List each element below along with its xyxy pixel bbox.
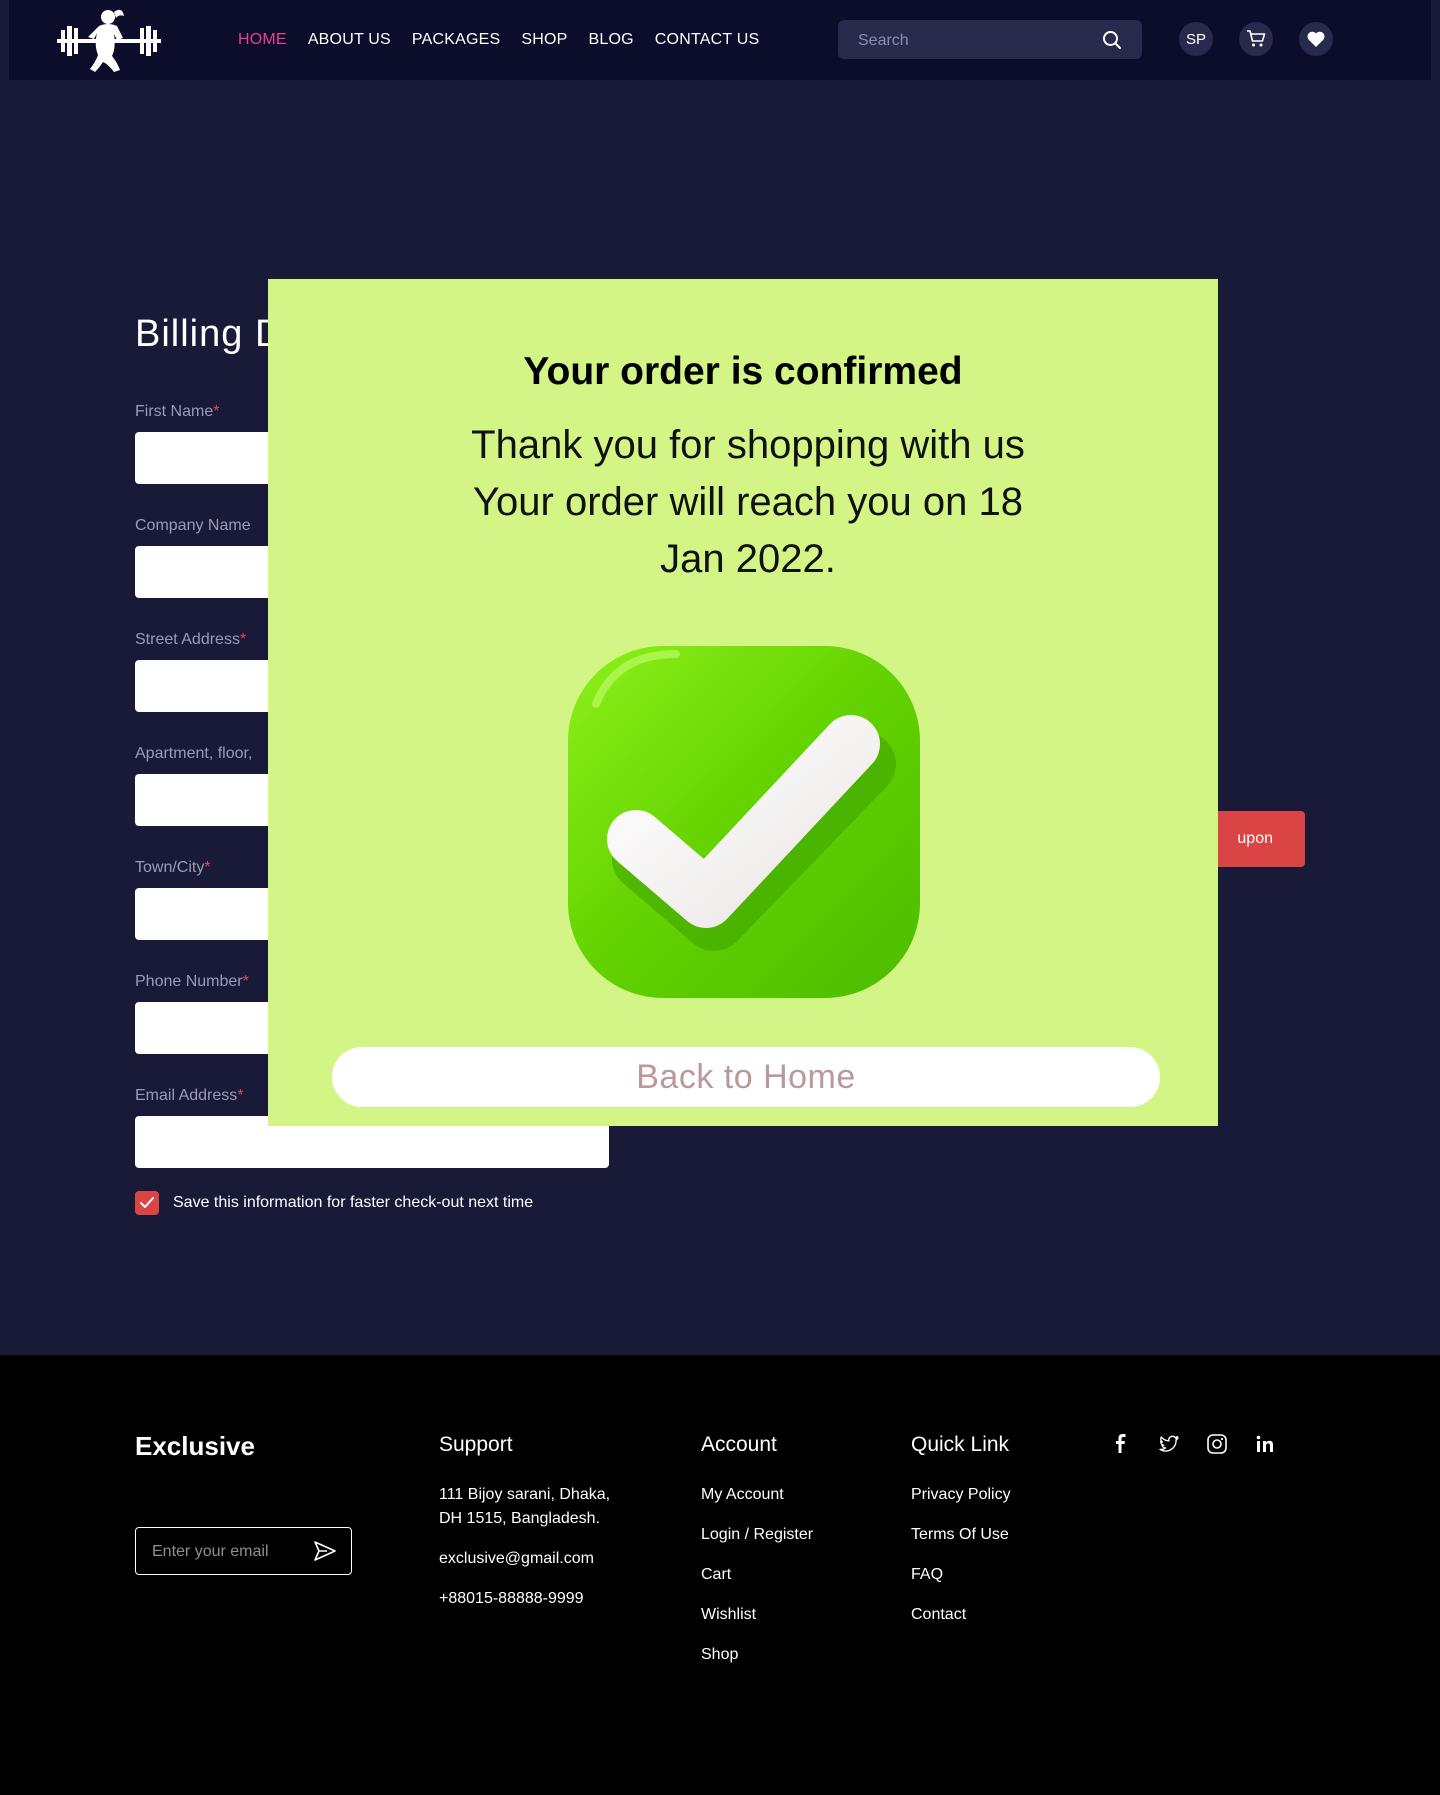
account-link-cart[interactable]: Cart [701, 1563, 813, 1587]
search-icon[interactable] [1102, 30, 1122, 50]
user-initials: SP [1185, 30, 1206, 48]
account-link-shop[interactable]: Shop [701, 1643, 813, 1667]
account-link-login-register[interactable]: Login / Register [701, 1523, 813, 1547]
newsletter-email-input[interactable] [150, 1528, 304, 1575]
footer-support-column: Support 111 Bijoy sarani, Dhaka, DH 1515… [439, 1433, 629, 1627]
email-address-label: Email Address* [135, 1087, 244, 1104]
back-to-home-button[interactable]: Back to Home [332, 1047, 1160, 1107]
user-avatar-button[interactable]: SP [1179, 22, 1213, 56]
footer-brand: Exclusive [135, 1431, 255, 1461]
delivery-date-text: Your order will reach you on 18 Jan 2022… [473, 480, 1023, 581]
account-link-wishlist[interactable]: Wishlist [701, 1603, 813, 1627]
heart-icon [1307, 31, 1325, 47]
quick-link-faq[interactable]: FAQ [911, 1563, 1011, 1587]
success-check-icon [568, 646, 920, 998]
thank-you-text: Thank you for shopping with us [471, 423, 1025, 467]
billing-title: Billing D [135, 313, 284, 355]
apartment-label: Apartment, floor, [135, 745, 253, 762]
linkedin-icon[interactable] [1254, 1433, 1276, 1455]
search-input[interactable] [856, 20, 1100, 61]
nav-packages[interactable]: PACKAGES [412, 31, 500, 49]
search-box [838, 20, 1142, 61]
first-name-label: First Name* [135, 403, 220, 420]
gym-logo[interactable] [51, 4, 167, 78]
send-icon[interactable] [313, 1540, 337, 1562]
coupon-button-label: upon [1237, 830, 1273, 847]
cart-button[interactable] [1239, 22, 1273, 56]
phone-number-label: Phone Number* [135, 973, 249, 990]
newsletter-box [135, 1527, 352, 1575]
order-confirmation-modal: Your order is confirmed Thank you for sh… [268, 279, 1218, 1126]
quick-link-contact[interactable]: Contact [911, 1603, 1011, 1627]
nav-about-us[interactable]: ABOUT US [308, 31, 391, 49]
nav-blog[interactable]: BLOG [589, 31, 634, 49]
support-email[interactable]: exclusive@gmail.com [439, 1547, 629, 1571]
save-info-label: Save this information for faster check-o… [173, 1194, 534, 1211]
modal-message: Thank you for shopping with us Your orde… [448, 417, 1048, 588]
nav-shop[interactable]: SHOP [521, 31, 567, 49]
modal-title: Your order is confirmed [523, 350, 963, 393]
instagram-icon[interactable] [1206, 1433, 1228, 1455]
support-heading: Support [439, 1433, 513, 1456]
street-address-label: Street Address* [135, 631, 247, 648]
site-header: HOME ABOUT US PACKAGES SHOP BLOG CONTACT… [9, 0, 1431, 80]
footer-account-column: Account My Account Login / Register Cart… [701, 1433, 813, 1683]
nav-home[interactable]: HOME [238, 31, 287, 49]
facebook-icon[interactable] [1110, 1433, 1132, 1455]
main-nav: HOME ABOUT US PACKAGES SHOP BLOG CONTACT… [238, 0, 759, 80]
nav-contact-us[interactable]: CONTACT US [655, 31, 760, 49]
account-link-my-account[interactable]: My Account [701, 1483, 813, 1507]
save-info-checkbox[interactable] [135, 1191, 159, 1215]
site-footer: Exclusive Support 111 Bijoy sarani, Dhak… [0, 1355, 1440, 1795]
support-phone[interactable]: +88015-88888-9999 [439, 1587, 629, 1611]
quick-link-privacy-policy[interactable]: Privacy Policy [911, 1483, 1011, 1507]
quick-link-terms-of-use[interactable]: Terms Of Use [911, 1523, 1011, 1547]
social-links [1110, 1433, 1276, 1455]
checkmark-icon [140, 1197, 154, 1208]
twitter-icon[interactable] [1158, 1433, 1180, 1455]
town-city-label: Town/City* [135, 859, 211, 876]
cart-icon [1247, 30, 1266, 47]
support-address: 111 Bijoy sarani, Dhaka, DH 1515, Bangla… [439, 1486, 611, 1527]
company-name-label: Company Name [135, 517, 251, 534]
wishlist-button[interactable] [1299, 22, 1333, 56]
save-info-row: Save this information for faster check-o… [135, 1191, 533, 1215]
account-heading: Account [701, 1433, 777, 1456]
footer-quick-link-column: Quick Link Privacy Policy Terms Of Use F… [911, 1433, 1011, 1643]
quick-link-heading: Quick Link [911, 1433, 1010, 1456]
